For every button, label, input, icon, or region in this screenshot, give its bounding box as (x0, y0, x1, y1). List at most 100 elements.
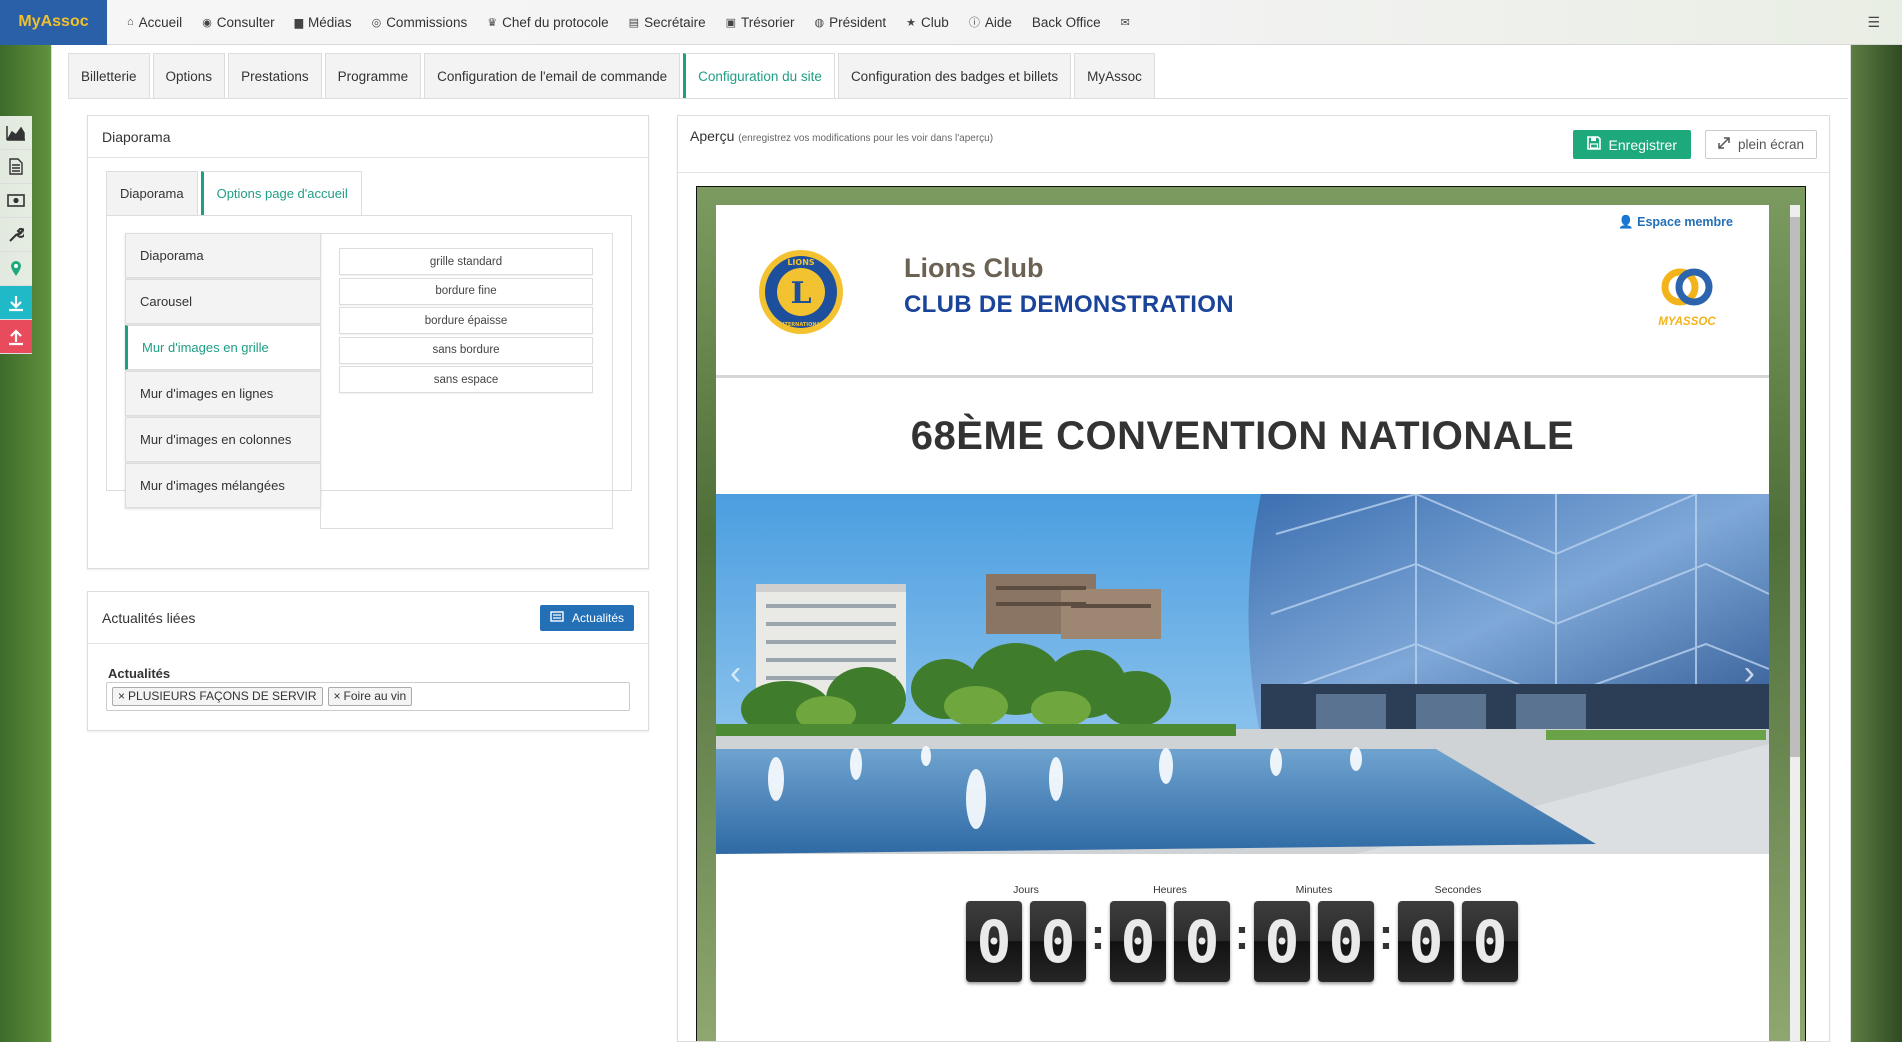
tab-configuration-des-badges-et-billets[interactable]: Configuration des badges et billets (837, 53, 1072, 98)
config-tabs: Billetterie Options Prestations Programme Co… (68, 53, 1158, 98)
tab-options[interactable]: Options (152, 53, 226, 98)
layout-item-mur-d-images-en-grille[interactable]: Mur d'images en grille (125, 325, 321, 370)
star-icon: ★ (906, 16, 917, 29)
nav-item-label: Club (921, 14, 949, 30)
tabs-divider (68, 98, 1848, 99)
menu-toggle-icon[interactable]: ☰ (1867, 14, 1880, 31)
save-button[interactable]: Enregistrer (1572, 130, 1691, 159)
slideshow-image[interactable]: ‹ › (716, 494, 1769, 854)
brand-logo[interactable]: MyAssoc (0, 0, 107, 45)
user-circle-icon: ◎ (371, 16, 382, 29)
countdown-label: Heures (1153, 884, 1187, 896)
envelope-icon: ✉ (1120, 16, 1130, 29)
tab-configuration-de-l-email-de-commande[interactable]: Configuration de l'email de commande (424, 53, 681, 98)
tag-remove-icon[interactable]: × (334, 689, 341, 704)
nav-item-tresorier[interactable]: ▣ Trésorier (718, 0, 807, 45)
countdown-digits: 00 (1254, 901, 1374, 982)
document-icon[interactable] (0, 150, 32, 184)
banknote-icon[interactable] (0, 184, 32, 218)
file-icon: ▆ (294, 16, 304, 29)
nav-item-label: Médias (308, 14, 352, 30)
option-bordure-fine[interactable]: bordure fine (339, 277, 593, 305)
countdown-digit: 0 (1254, 901, 1310, 982)
layout-item-mur-d-images-en-colonnes[interactable]: Mur d'images en colonnes (125, 417, 321, 462)
tag-remove-icon[interactable]: × (118, 689, 125, 704)
tab-myassoc[interactable]: MyAssoc (1074, 53, 1155, 98)
club-subtitle: CLUB DE DEMONSTRATION (904, 291, 1234, 318)
event-countdown: Jours 0 0: Heures 0 0: Minutes 0 0: Secondes 0 0 (966, 884, 1518, 982)
preview-scrollbar[interactable] (1790, 205, 1800, 1041)
info-icon: ⓘ (968, 17, 980, 29)
nav-item-chef-du-protocole[interactable]: ♛ Chef du protocole (479, 0, 620, 45)
nav-item-commissions[interactable]: ◎ Commissions (364, 0, 480, 45)
option-sans-espace[interactable]: sans espace (339, 366, 593, 393)
save-button-label: Enregistrer (1608, 136, 1677, 153)
countdown-label: Secondes (1434, 884, 1482, 896)
subtab-options-page-d-accueil[interactable]: Options page d'accueil (200, 171, 362, 215)
countdown-minutes: Minutes 0 0 (1254, 884, 1374, 982)
nav-item-president[interactable]: ◍ Président (807, 0, 899, 45)
nav-item-label: Trésorier (741, 14, 795, 30)
tab-programme[interactable]: Programme (324, 53, 422, 98)
nav-item-club[interactable]: ★ Club (898, 0, 961, 45)
countdown-label: Jours (1013, 884, 1039, 896)
map-marker-icon[interactable] (0, 252, 32, 286)
option-grille-standard[interactable]: grille standard (339, 248, 593, 275)
actualites-button[interactable]: Actualités (539, 605, 634, 631)
layout-item-mur-d-images-melangees[interactable]: Mur d'images mélangées (125, 463, 321, 508)
tab-configuration-du-site[interactable]: Configuration du site (683, 53, 835, 98)
tab-billetterie[interactable]: Billetterie (68, 53, 150, 98)
countdown-digit: 0 (1110, 901, 1166, 982)
countdown-digit: 0 (1398, 901, 1454, 982)
layout-item-carousel[interactable]: Carousel (125, 279, 321, 324)
news-tag-label: Foire au vin (343, 689, 407, 703)
slideshow-prev-arrow[interactable]: ‹ (730, 654, 741, 693)
countdown-separator: : (1234, 910, 1250, 959)
download-icon[interactable] (0, 286, 32, 320)
upload-icon[interactable] (0, 320, 32, 354)
news-tag: × Foire au vin (327, 687, 413, 706)
diaporama-subtabs: Diaporama Options page d'accueil (106, 171, 365, 215)
espace-membre-link[interactable]: 👤 Espace membre (1618, 215, 1733, 230)
diaporama-card-title: Diaporama (88, 116, 648, 158)
nav-item-label: Back Office (1031, 14, 1101, 30)
actualites-button-label: Actualités (571, 611, 624, 625)
globe-icon: ◍ (814, 16, 825, 29)
book-icon: ▤ (628, 16, 640, 29)
countdown-secondes: Secondes 0 0 (1398, 884, 1518, 982)
option-bordure-epaisse[interactable]: bordure épaisse (339, 307, 593, 334)
newspaper-icon (550, 611, 564, 625)
preview-scrollbar-thumb[interactable] (1790, 217, 1800, 757)
eye-icon: ◉ (202, 16, 212, 29)
nav-item-contact[interactable]: ✉ (1113, 0, 1142, 45)
layout-item-diaporama[interactable]: Diaporama (125, 233, 321, 278)
left-icon-rail (0, 116, 32, 354)
tab-prestations[interactable]: Prestations (228, 53, 322, 98)
lions-club-logo: L LIONS INTERNATIONAL (757, 248, 845, 336)
fullscreen-button-label: plein écran (1737, 137, 1804, 152)
countdown-digit: 0 (1174, 901, 1230, 982)
actualites-tag-input[interactable]: × PLUSIEURS FAÇONS DE SERVIR × Foire au vin (106, 682, 630, 711)
nav-item-medias[interactable]: ▆ Médias (287, 0, 364, 45)
option-sans-bordure[interactable]: sans bordure (339, 336, 593, 364)
subtab-diaporama[interactable]: Diaporama (106, 171, 198, 215)
site-preview: 👤 Espace membre L LIONS INTERNATIONAL Li… (716, 205, 1769, 1041)
site-preview-frame[interactable]: 👤 Espace membre L LIONS INTERNATIONAL Li… (696, 186, 1806, 1041)
fullscreen-button[interactable]: plein écran (1704, 130, 1817, 159)
wrench-icon[interactable] (0, 218, 32, 252)
layout-item-mur-d-images-en-lignes[interactable]: Mur d'images en lignes (125, 371, 321, 416)
nav-item-label: Consulter (216, 14, 275, 30)
area-chart-icon[interactable] (0, 116, 32, 150)
event-title: 68ÈME CONVENTION NATIONALE (910, 414, 1575, 458)
slideshow-next-arrow[interactable]: › (1744, 654, 1755, 693)
nav-item-back-office[interactable]: Back Office (1024, 0, 1113, 45)
nav-item-aide[interactable]: ⓘ Aide (961, 0, 1024, 45)
nav-item-label: Secrétaire (644, 14, 706, 30)
nav-item-label: Commissions (386, 14, 468, 30)
trophy-icon: ♛ (487, 16, 498, 29)
countdown-digit: 0 (1030, 901, 1086, 982)
home-icon: ⌂ (127, 16, 134, 28)
nav-item-consulter[interactable]: ◉ Consulter (194, 0, 286, 45)
nav-item-secretaire[interactable]: ▤ Secrétaire (621, 0, 718, 45)
nav-item-accueil[interactable]: ⌂ Accueil (119, 0, 194, 45)
